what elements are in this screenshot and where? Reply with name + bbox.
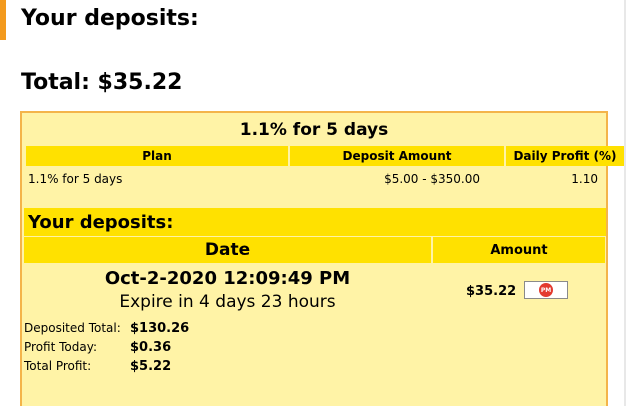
summary-label: Total Profit: [24, 359, 92, 373]
summary-label: Profit Today: [24, 340, 97, 354]
summary-value: $130.26 [130, 321, 190, 336]
col-deposit-amount-header: Deposit Amount [290, 146, 504, 166]
plan-name-cell: 1.1% for 5 days [28, 172, 123, 186]
col-amount-header: Amount [433, 237, 605, 263]
summary-profit-today: Profit Today: $0.36 [24, 340, 171, 355]
deposits-panel: 1.1% for 5 days Plan Deposit Amount Dail… [20, 111, 624, 406]
summary-deposited-total: Deposited Total: $130.26 [24, 321, 189, 336]
col-daily-profit-header: Daily Profit (%) [506, 146, 624, 166]
payment-method-badge: PM [524, 281, 568, 299]
summary-label: Deposited Total: [24, 321, 121, 335]
accent-bar [0, 0, 6, 40]
page-edge-divider [624, 0, 626, 406]
total-heading: Total: $35.22 [21, 70, 183, 95]
summary-total-profit: Total Profit: $5.22 [24, 359, 171, 374]
daily-profit-cell: 1.10 [571, 172, 598, 186]
page-title: Your deposits: [21, 6, 199, 31]
deposit-expire: Expire in 4 days 23 hours [119, 292, 336, 312]
col-plan-header: Plan [26, 146, 288, 166]
your-deposits-header: Your deposits: [24, 208, 606, 236]
col-date-header: Date [24, 237, 431, 263]
deposit-amount: $35.22 [466, 284, 517, 299]
summary-value: $0.36 [130, 340, 172, 355]
deposit-date: Oct-2-2020 12:09:49 PM [104, 268, 351, 289]
perfect-money-icon: PM [539, 283, 553, 297]
summary-value: $5.22 [130, 359, 172, 374]
deposit-amount-cell: $5.00 - $350.00 [384, 172, 480, 186]
plan-table-row: 1.1% for 5 days $5.00 - $350.00 1.10 [26, 170, 604, 188]
plan-title: 1.1% for 5 days [239, 120, 389, 140]
plan-table-header: Plan Deposit Amount Daily Profit (%) [26, 146, 624, 166]
